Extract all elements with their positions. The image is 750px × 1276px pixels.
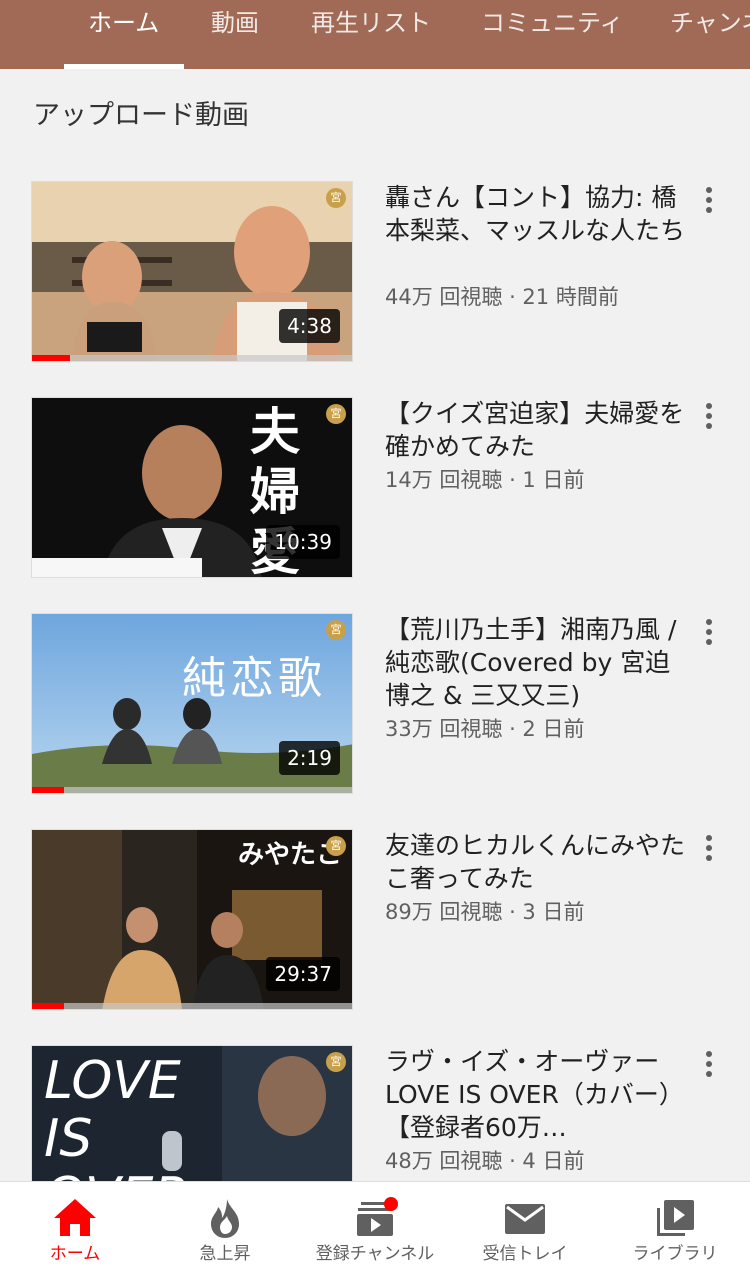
channel-seal-icon: 宮: [326, 1052, 346, 1072]
video-meta: 89万 回視聴 · 3 日前: [385, 900, 585, 924]
tab-playlists[interactable]: 再生リスト: [311, 0, 431, 69]
nav-subscriptions-label: 登録チャンネル: [315, 1244, 435, 1264]
video-title[interactable]: 轟さん【コント】協力: 橋本梨菜、マッスルな人たち: [385, 181, 685, 247]
video-thumbnail[interactable]: 宮 4:38: [31, 181, 353, 362]
watch-progress: [32, 787, 352, 793]
home-icon: [54, 1199, 96, 1236]
more-options-icon[interactable]: [698, 187, 722, 217]
tab-community[interactable]: コミュニティ: [481, 0, 624, 69]
video-title[interactable]: 【荒川乃土手】湘南乃風 / 純恋歌(Covered by 宮迫博之 & 三又又三…: [385, 613, 685, 712]
notification-dot: [384, 1197, 398, 1211]
channel-tab-bar: ホーム 動画 再生リスト コミュニティ チャンネル: [0, 0, 750, 69]
subscriptions-icon: [357, 1197, 398, 1236]
bottom-navigation: ホーム 急上昇 登録チャンネル 受信トレイ ライブラリ: [0, 1181, 750, 1276]
video-meta: 14万 回視聴 · 1 日前: [385, 468, 585, 492]
trending-flame-icon: [211, 1199, 239, 1238]
thumbnail-caption: 純恋歌: [182, 653, 326, 704]
video-thumbnail[interactable]: みやたこ 宮 29:37: [31, 829, 353, 1010]
nav-home-label: ホーム: [49, 1244, 101, 1264]
video-item[interactable]: 夫婦愛 宮 10:39 【クイズ宮迫家】夫婦愛を確かめてみた 14万 回視聴 ·…: [0, 397, 750, 597]
video-item[interactable]: みやたこ 宮 29:37 友達のヒカルくんにみやたこ奢ってみた 89万 回視聴 …: [0, 829, 750, 1029]
video-thumbnail[interactable]: 夫婦愛 宮 10:39: [31, 397, 353, 578]
video-title[interactable]: 【クイズ宮迫家】夫婦愛を確かめてみた: [385, 397, 685, 463]
more-options-icon[interactable]: [698, 1051, 722, 1081]
channel-seal-icon: 宮: [326, 836, 346, 856]
more-options-icon[interactable]: [698, 403, 722, 433]
tab-videos[interactable]: 動画: [211, 0, 259, 69]
inbox-mail-icon: [505, 1204, 545, 1234]
thumbnail-caption: みやたこ: [238, 840, 343, 870]
thumbnail-caption: LOVE IS OVER: [44, 1051, 190, 1181]
duration-badge: 2:19: [279, 741, 340, 775]
video-meta: 33万 回視聴 · 2 日前: [385, 717, 585, 741]
nav-trending-label: 急上昇: [199, 1244, 251, 1264]
more-options-icon[interactable]: [698, 619, 722, 649]
nav-inbox[interactable]: 受信トレイ: [450, 1182, 600, 1276]
channel-seal-icon: 宮: [326, 404, 346, 424]
channel-seal-icon: 宮: [326, 620, 346, 640]
active-tab-indicator: [64, 64, 184, 69]
video-thumbnail[interactable]: LOVE IS OVER 宮: [31, 1045, 353, 1181]
video-thumbnail[interactable]: 純恋歌 宮 2:19: [31, 613, 353, 794]
tab-channels[interactable]: チャンネル: [670, 0, 750, 69]
duration-badge: 4:38: [279, 309, 340, 343]
tab-home[interactable]: ホーム: [88, 0, 159, 69]
nav-home[interactable]: ホーム: [0, 1182, 150, 1276]
video-title[interactable]: 友達のヒカルくんにみやたこ奢ってみた: [385, 829, 685, 895]
nav-library-label: ライブラリ: [632, 1244, 718, 1264]
watch-progress: [32, 1003, 352, 1009]
nav-subscriptions[interactable]: 登録チャンネル: [300, 1182, 450, 1276]
channel-seal-icon: 宮: [326, 188, 346, 208]
more-options-icon[interactable]: [698, 835, 722, 865]
video-meta: 44万 回視聴 · 21 時間前: [385, 285, 619, 309]
video-meta: 48万 回視聴 · 4 日前: [385, 1149, 585, 1173]
video-title[interactable]: ラヴ・イズ・オーヴァー LOVE IS OVER（カバー）【登録者60万…: [385, 1045, 685, 1144]
library-icon: [657, 1200, 694, 1236]
nav-library[interactable]: ライブラリ: [600, 1182, 750, 1276]
watch-progress: [32, 355, 352, 361]
duration-badge: 10:39: [266, 525, 340, 559]
video-item[interactable]: 宮 4:38 轟さん【コント】協力: 橋本梨菜、マッスルな人たち 44万 回視聴…: [0, 181, 750, 381]
video-item[interactable]: 純恋歌 宮 2:19 【荒川乃土手】湘南乃風 / 純恋歌(Covered by …: [0, 613, 750, 813]
section-title: アップロード動画: [33, 100, 249, 131]
duration-badge: 29:37: [266, 957, 340, 991]
video-item[interactable]: LOVE IS OVER 宮 ラヴ・イズ・オーヴァー LOVE IS OVER（…: [0, 1045, 750, 1181]
nav-trending[interactable]: 急上昇: [150, 1182, 300, 1276]
nav-inbox-label: 受信トレイ: [482, 1244, 568, 1264]
